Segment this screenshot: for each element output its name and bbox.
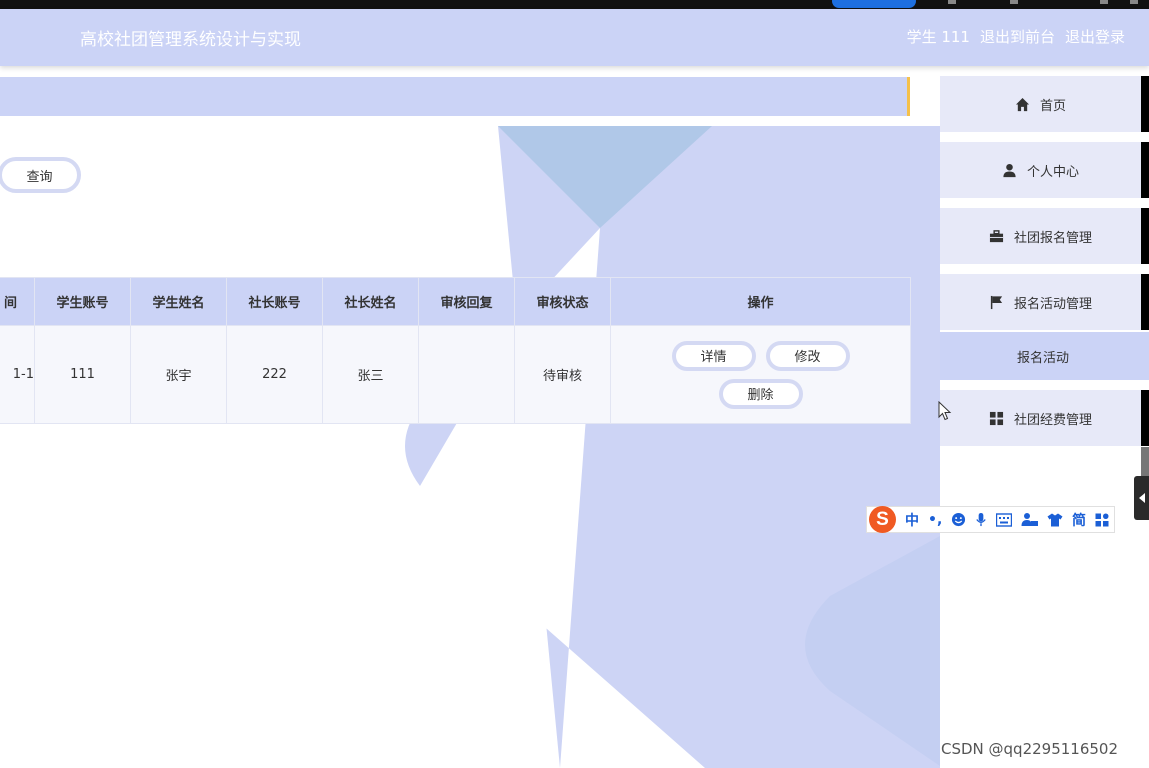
main-content: 查询 间 学生账号 学生姓名 社长账号 社长姓名 审核回复 审核状态 操作 1-…: [0, 66, 940, 768]
detail-button[interactable]: 详情: [671, 340, 756, 371]
briefcase-icon: [989, 229, 1004, 242]
sidebar-item-home[interactable]: 首页: [940, 76, 1149, 132]
table-row: 1-1 111 张宇 222 张三 待审核 详情 修改 删除: [0, 325, 911, 424]
registration-table: 间 学生账号 学生姓名 社长账号 社长姓名 审核回复 审核状态 操作 1-1 1…: [0, 277, 911, 424]
tray-icon: [1010, 0, 1018, 4]
query-button[interactable]: 查询: [0, 157, 81, 193]
ime-mode-toggle[interactable]: 中: [905, 510, 919, 530]
cell-leader-name: 张三: [322, 325, 419, 424]
row-action-group: 详情 修改 删除: [661, 340, 861, 409]
watermark-text: CSDN @qq2295116502: [941, 740, 1119, 758]
sidebar-menu: 首页 个人中心 社团报名管理 报名活动管理 报名活动 社团经费管理: [940, 66, 1149, 768]
sidebar-subitem-activity[interactable]: 报名活动: [940, 332, 1149, 380]
header-links: 学生 111 退出到前台 退出登录: [907, 26, 1125, 47]
keyboard-icon[interactable]: [996, 512, 1012, 527]
skin-shirt-icon[interactable]: [1047, 513, 1063, 527]
grid-icon: [989, 411, 1004, 425]
delete-button[interactable]: 删除: [718, 378, 803, 409]
cell-time: 1-1: [0, 325, 35, 424]
window-restore-icon[interactable]: [1100, 0, 1108, 4]
column-header-review-reply[interactable]: 审核回复: [418, 277, 515, 326]
sidebar-item-label: 首页: [1039, 98, 1066, 114]
sidebar-item-club-registration[interactable]: 社团报名管理: [940, 208, 1149, 264]
edit-button[interactable]: 修改: [765, 340, 850, 371]
top-header: 高校社团管理系统设计与实现 学生 111 退出到前台 退出登录: [0, 9, 1149, 66]
os-top-strip: [0, 0, 1149, 9]
column-header-review-status[interactable]: 审核状态: [514, 277, 611, 326]
scrollbar-thumb[interactable]: [1141, 447, 1149, 477]
mouse-cursor-icon: [938, 401, 952, 421]
caret-left-icon: [1138, 493, 1145, 503]
sidebar-item-label: 个人中心: [1026, 164, 1079, 180]
column-header-time[interactable]: 间: [0, 277, 35, 326]
cell-actions: 详情 修改 删除: [610, 325, 911, 424]
ime-simplified-toggle[interactable]: 简: [1072, 510, 1086, 530]
logout-link[interactable]: 退出登录: [1065, 26, 1125, 47]
cell-review-status: 待审核: [514, 325, 611, 424]
breadcrumb-bar: [0, 77, 910, 116]
column-header-student-name[interactable]: 学生姓名: [130, 277, 227, 326]
window-close-icon[interactable]: [1130, 0, 1138, 4]
feedback-pill[interactable]: [832, 0, 916, 8]
sidebar-item-activity-registration[interactable]: 报名活动管理: [940, 274, 1149, 330]
toolbox-grid-icon[interactable]: [1095, 513, 1109, 527]
cell-leader-account: 222: [226, 325, 323, 424]
flag-icon: [990, 295, 1003, 309]
column-header-leader-name[interactable]: 社长姓名: [322, 277, 419, 326]
collapse-tab[interactable]: [1134, 476, 1149, 520]
user-dictionary-icon[interactable]: [1021, 512, 1038, 527]
current-user-label: 学生 111: [906, 28, 970, 46]
table-header-row: 间 学生账号 学生姓名 社长账号 社长姓名 审核回复 审核状态 操作: [0, 277, 911, 326]
cell-review-reply: [418, 325, 515, 424]
sidebar-item-club-funds[interactable]: 社团经费管理: [940, 390, 1149, 446]
tray-icon: [948, 0, 956, 4]
microphone-icon[interactable]: [975, 512, 987, 527]
app-title: 高校社团管理系统设计与实现: [80, 30, 301, 50]
ime-toolbar: S 中 •, 简: [866, 506, 1115, 533]
sidebar-item-label: 社团报名管理: [1013, 230, 1092, 246]
home-icon: [1015, 97, 1030, 111]
cell-student-name: 张宇: [130, 325, 227, 424]
cell-student-account: 111: [34, 325, 131, 424]
exit-to-front-link[interactable]: 退出到前台: [980, 26, 1055, 47]
sidebar-item-personal-center[interactable]: 个人中心: [940, 142, 1149, 198]
sidebar-item-label: 报名活动管理: [1013, 296, 1092, 312]
column-header-actions: 操作: [610, 277, 911, 326]
column-header-leader-account[interactable]: 社长账号: [226, 277, 323, 326]
column-header-student-account[interactable]: 学生账号: [34, 277, 131, 326]
ime-logo-icon[interactable]: S: [869, 506, 896, 533]
ime-punctuation-toggle[interactable]: •,: [928, 512, 942, 528]
emoji-icon[interactable]: [951, 512, 966, 527]
user-icon: [1003, 163, 1016, 177]
sidebar-item-label: 社团经费管理: [1013, 412, 1092, 428]
